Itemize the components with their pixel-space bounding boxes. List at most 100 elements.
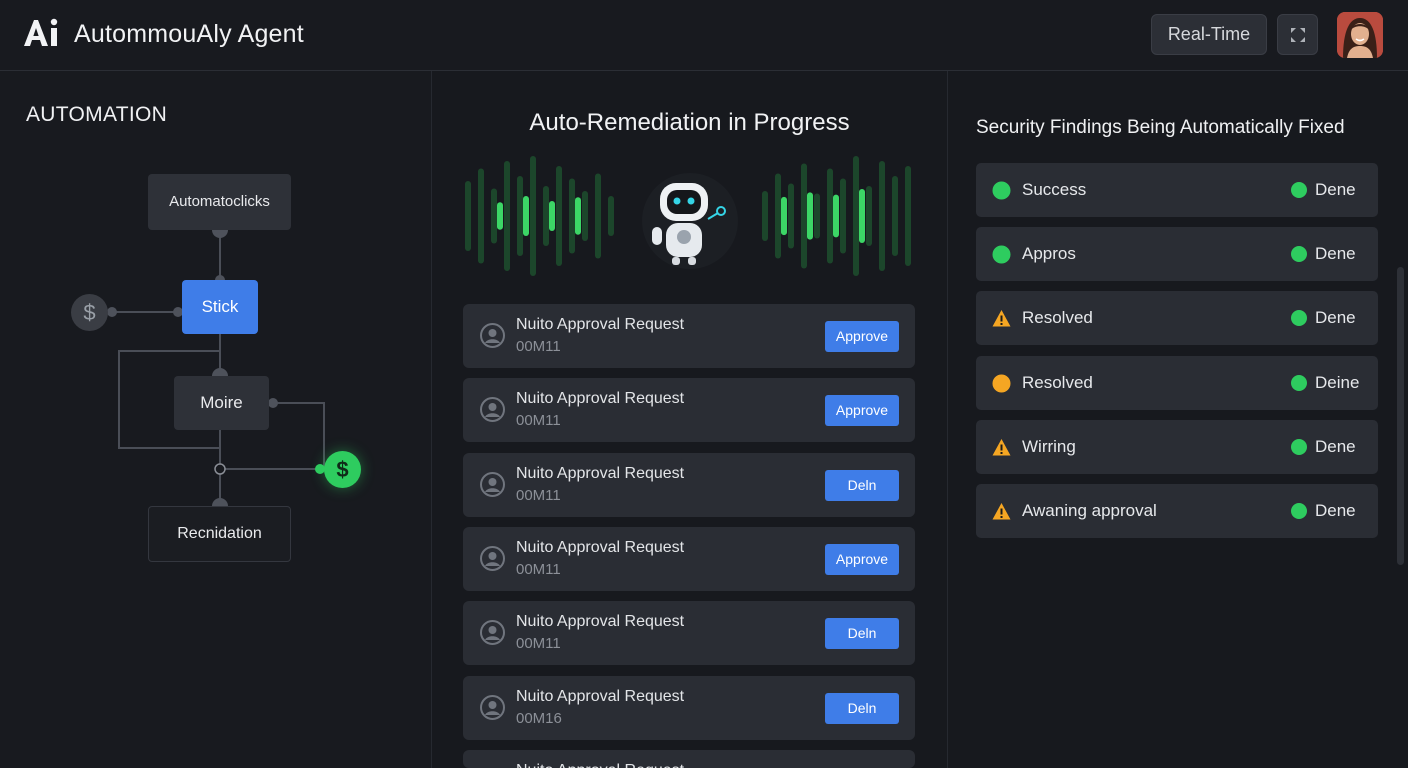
security-findings-panel: Security Findings Being Automatically Fi…: [948, 71, 1408, 768]
approval-request-row[interactable]: Nuito Approval Request 00M11 Approve: [463, 527, 915, 591]
wave-bar: [569, 178, 575, 254]
request-title: Nuito Approval Request: [516, 465, 685, 482]
status-dot-icon: [1291, 439, 1307, 455]
wave-bar: [801, 163, 807, 269]
finding-status: Dene: [1315, 308, 1356, 327]
wave-bar: [517, 176, 523, 256]
request-action-button[interactable]: Deln: [825, 618, 899, 649]
remediation-panel: Auto-Remediation in Progress Nuito Appro…: [432, 71, 947, 768]
automation-panel: AUTOMATION Automatoclicks Stick Moire Re…: [0, 71, 431, 768]
warning-icon: [992, 310, 1011, 327]
request-title: Nuito Approval Request: [516, 688, 685, 705]
ai-logo-icon: [24, 18, 58, 46]
status-dot-icon: [1291, 310, 1307, 326]
finding-label: Resolved: [1022, 308, 1093, 327]
wave-bar: [465, 181, 471, 251]
wave-bar: [491, 188, 497, 244]
wave-bar: [833, 194, 839, 238]
request-id: 00M11: [516, 487, 561, 504]
flow-node-automatoclicks[interactable]: Automatoclicks: [148, 174, 291, 230]
wave-bar: [530, 156, 536, 276]
status-dot-icon: [1291, 375, 1307, 391]
request-action-button[interactable]: Approve: [825, 321, 899, 352]
request-title: Nuito Approval Request: [516, 613, 685, 630]
wave-bar: [781, 196, 787, 236]
finding-status: Dene: [1315, 180, 1356, 199]
wave-bar: [892, 176, 898, 256]
finding-row[interactable]: Success Dene: [976, 163, 1378, 217]
wave-bar: [814, 193, 820, 239]
wave-bar: [575, 197, 581, 235]
green-dot-icon: [992, 245, 1011, 264]
flow-node-moire[interactable]: Moire: [174, 376, 269, 430]
request-id: 00M16: [516, 710, 562, 727]
finding-status: Dene: [1315, 501, 1356, 520]
status-dot-icon: [1291, 503, 1307, 519]
finding-label: Awaning approval: [1022, 501, 1157, 520]
findings-scrollbar[interactable]: [1397, 267, 1404, 565]
wave-bar: [595, 173, 601, 259]
approval-request-row[interactable]: Nuito Approval Request 00M11 Deln: [463, 601, 915, 665]
wave-bar: [543, 186, 549, 246]
status-dot-icon: [1291, 246, 1307, 262]
approval-request-row[interactable]: Nuito Approval Request 00M11 Approve: [463, 304, 915, 368]
wave-bar: [859, 189, 865, 243]
expand-icon: [1291, 28, 1305, 42]
wave-bar: [866, 186, 872, 246]
real-time-button[interactable]: Real-Time: [1151, 14, 1267, 55]
expand-button[interactable]: [1277, 14, 1318, 55]
finding-label: Success: [1022, 180, 1087, 199]
request-action-button[interactable]: Approve: [825, 395, 899, 426]
wave-bar: [523, 196, 529, 236]
robot-icon: [642, 173, 738, 269]
wave-bar: [608, 196, 614, 236]
user-icon: [480, 695, 505, 720]
finding-row[interactable]: Appros Dene: [976, 227, 1378, 281]
dollar-icon: $: [71, 294, 108, 331]
user-icon: [480, 472, 505, 497]
approval-request-row-partial[interactable]: Nuito Approval Request: [463, 750, 915, 768]
finding-status: Dene: [1315, 244, 1356, 263]
wave-bar: [807, 192, 813, 240]
finding-row[interactable]: Awaning approval Dene: [976, 484, 1378, 538]
request-title: Nuito Approval Request: [516, 316, 685, 333]
wave-bar: [582, 191, 588, 241]
finding-row[interactable]: Wirring Dene: [976, 420, 1378, 474]
wave-bar: [840, 178, 846, 254]
request-id: 00M11: [516, 338, 561, 355]
wave-bar: [478, 168, 484, 264]
request-id: 00M11: [516, 412, 561, 429]
warning-icon: [992, 503, 1011, 520]
request-action-button[interactable]: Deln: [825, 470, 899, 501]
user-icon: [480, 323, 505, 348]
finding-label: Resolved: [1022, 373, 1093, 392]
approval-request-row[interactable]: Nuito Approval Request 00M16 Deln: [463, 676, 915, 740]
user-icon: [480, 620, 505, 645]
flow-node-recnidation[interactable]: Recnidation: [148, 506, 291, 562]
request-action-button[interactable]: Deln: [825, 693, 899, 724]
green-dot-icon: [992, 181, 1011, 200]
wave-bar: [762, 191, 768, 241]
wave-bar: [827, 168, 833, 264]
wave-bar: [549, 201, 555, 231]
wave-bar: [775, 173, 781, 259]
orange-dot-icon: [992, 374, 1011, 393]
finding-row[interactable]: Resolved Deine: [976, 356, 1378, 410]
wave-bar: [879, 161, 885, 271]
request-action-button[interactable]: Approve: [825, 544, 899, 575]
finding-row[interactable]: Resolved Dene: [976, 291, 1378, 345]
wave-bar: [905, 166, 911, 266]
request-id: 00M11: [516, 561, 561, 578]
top-header: AutommouAly Agent Real-Time: [0, 0, 1408, 71]
wave-bar: [788, 183, 794, 249]
finding-label: Appros: [1022, 244, 1076, 263]
approval-request-row[interactable]: Nuito Approval Request 00M11 Approve: [463, 378, 915, 442]
user-icon: [480, 397, 505, 422]
status-dot-icon: [1291, 182, 1307, 198]
approval-request-row[interactable]: Nuito Approval Request 00M11 Deln: [463, 453, 915, 517]
wave-bar: [853, 156, 859, 276]
wave-bar: [504, 161, 510, 271]
flow-node-stick[interactable]: Stick: [182, 280, 258, 334]
user-avatar[interactable]: [1337, 12, 1383, 58]
request-title: Nuito Approval Request: [516, 539, 685, 556]
